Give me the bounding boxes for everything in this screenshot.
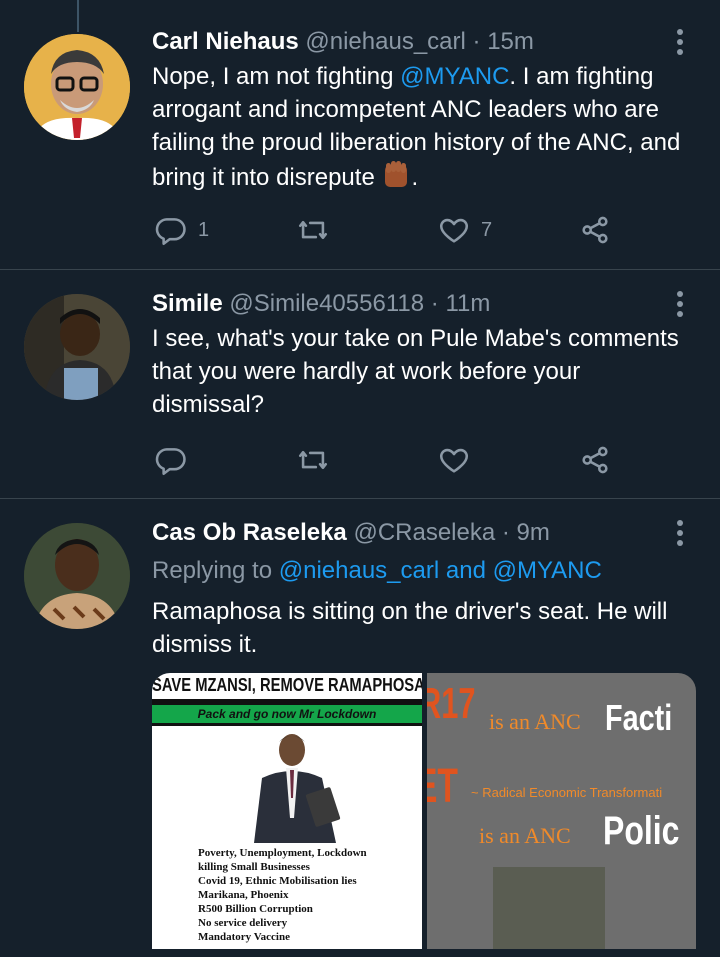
- tweet-actions: [152, 440, 622, 480]
- more-options-button[interactable]: [668, 27, 692, 57]
- heart-icon: [439, 218, 469, 243]
- poster-list: Poverty, Unemployment, Lockdown killing …: [198, 846, 367, 944]
- graphic-text: is an ANC: [479, 823, 571, 848]
- poster-line: Covid 19, Ethnic Mobilisation lies: [198, 875, 357, 887]
- display-name[interactable]: Carl Niehaus: [152, 28, 299, 55]
- display-name[interactable]: Cas Ob Raseleka: [152, 519, 347, 546]
- poster-stripe: [152, 723, 422, 726]
- graphic-text: Polic: [603, 809, 680, 853]
- mention-link[interactable]: @niehaus_carl: [279, 557, 439, 584]
- graphic-text: Facti: [605, 697, 673, 738]
- tweet-text-part: .: [411, 163, 419, 191]
- reply-icon: [155, 448, 186, 476]
- tweet-header: Cas Ob Raseleka @CRaseleka · 9m: [152, 518, 550, 548]
- share-icon: [582, 216, 608, 244]
- replying-and: and: [439, 557, 493, 584]
- poster-photo: [254, 734, 341, 843]
- tweet-text: Ramaphosa is sitting on the driver's sea…: [152, 598, 668, 658]
- graphic-text: R17: [427, 679, 476, 728]
- retweet-icon: [298, 220, 328, 240]
- replying-to: Replying to @niehaus_carl and @MYANC: [152, 556, 602, 586]
- avatar[interactable]: [24, 34, 130, 140]
- more-options-button[interactable]: [668, 518, 692, 548]
- more-options-button[interactable]: [668, 289, 692, 319]
- mention-link[interactable]: @MYANC: [400, 63, 509, 90]
- mention-link[interactable]: @MYANC: [493, 557, 602, 584]
- like-button[interactable]: [437, 440, 471, 480]
- tweet-text: I see, what's your take on Pule Mabe's c…: [152, 325, 679, 418]
- separator-dot: ·: [430, 290, 439, 317]
- tweet-actions: 1 7: [152, 210, 622, 250]
- avatar[interactable]: [24, 523, 130, 629]
- user-handle[interactable]: @Simile40556118: [229, 290, 424, 317]
- graphic-text: is an ANC: [489, 709, 581, 734]
- poster-subtitle: Pack and go now Mr Lockdown: [197, 707, 377, 721]
- reply-count: 1: [198, 218, 210, 241]
- share-button[interactable]: [578, 210, 612, 250]
- avatar[interactable]: [24, 294, 130, 400]
- media-image-graphic[interactable]: R17 is an ANC Facti ET ~ Radical Economi…: [427, 673, 696, 957]
- user-handle[interactable]: @CRaseleka: [353, 519, 495, 546]
- share-button[interactable]: [578, 440, 612, 480]
- poster-line: Marikana, Phoenix: [198, 889, 289, 901]
- tweet-carl-niehaus[interactable]: Carl Niehaus @niehaus_carl · 15m Nope, I…: [0, 0, 720, 270]
- retweet-button[interactable]: [296, 210, 330, 250]
- tweet-text: Nope, I am not fighting @MYANC. I am fig…: [152, 60, 697, 198]
- reply-icon: [155, 218, 186, 246]
- bottom-edge: [0, 949, 720, 957]
- timestamp[interactable]: 15m: [487, 28, 534, 55]
- tweet-simile[interactable]: Simile @Simile40556118 · 11m I see, what…: [0, 270, 720, 498]
- reply-button[interactable]: [154, 440, 188, 480]
- reply-button[interactable]: 1: [154, 210, 209, 250]
- retweet-icon: [298, 450, 328, 470]
- like-button[interactable]: 7: [437, 210, 492, 250]
- like-count: 7: [481, 218, 493, 241]
- share-icon: [582, 446, 608, 474]
- tweet-header: Simile @Simile40556118 · 11m: [152, 289, 490, 319]
- poster-line: No service delivery: [198, 917, 288, 929]
- separator-dot: ·: [501, 519, 510, 546]
- timestamp[interactable]: 11m: [445, 290, 490, 317]
- tweet-text-part: Nope, I am not fighting: [152, 63, 401, 90]
- raised-fist-emoji: [381, 159, 411, 198]
- tweet-media[interactable]: SAVE MZANSI, REMOVE RAMAPHOSA Pack and g…: [152, 673, 696, 957]
- poster-line: R500 Billion Corruption: [198, 903, 313, 915]
- retweet-button[interactable]: [296, 440, 330, 480]
- tweet-header: Carl Niehaus @niehaus_carl · 15m: [152, 27, 534, 57]
- poster-title: SAVE MZANSI, REMOVE RAMAPHOSA: [152, 675, 422, 695]
- media-image-poster[interactable]: SAVE MZANSI, REMOVE RAMAPHOSA Pack and g…: [152, 673, 422, 957]
- poster-line: Poverty, Unemployment, Lockdown: [198, 847, 367, 859]
- heart-icon: [439, 448, 469, 473]
- replying-to-label: Replying to: [152, 557, 279, 584]
- poster-line: Mandatory Vaccine: [198, 931, 290, 943]
- display-name[interactable]: Simile: [152, 290, 223, 317]
- poster-line: killing Small Businesses: [198, 861, 310, 873]
- graphic-text: ~ Radical Economic Transformati: [471, 785, 663, 800]
- user-handle[interactable]: @niehaus_carl: [305, 28, 465, 55]
- timestamp[interactable]: 9m: [517, 519, 550, 546]
- separator-dot: ·: [472, 28, 481, 55]
- graphic-photo: [493, 867, 605, 957]
- graphic-text: ET: [427, 760, 458, 813]
